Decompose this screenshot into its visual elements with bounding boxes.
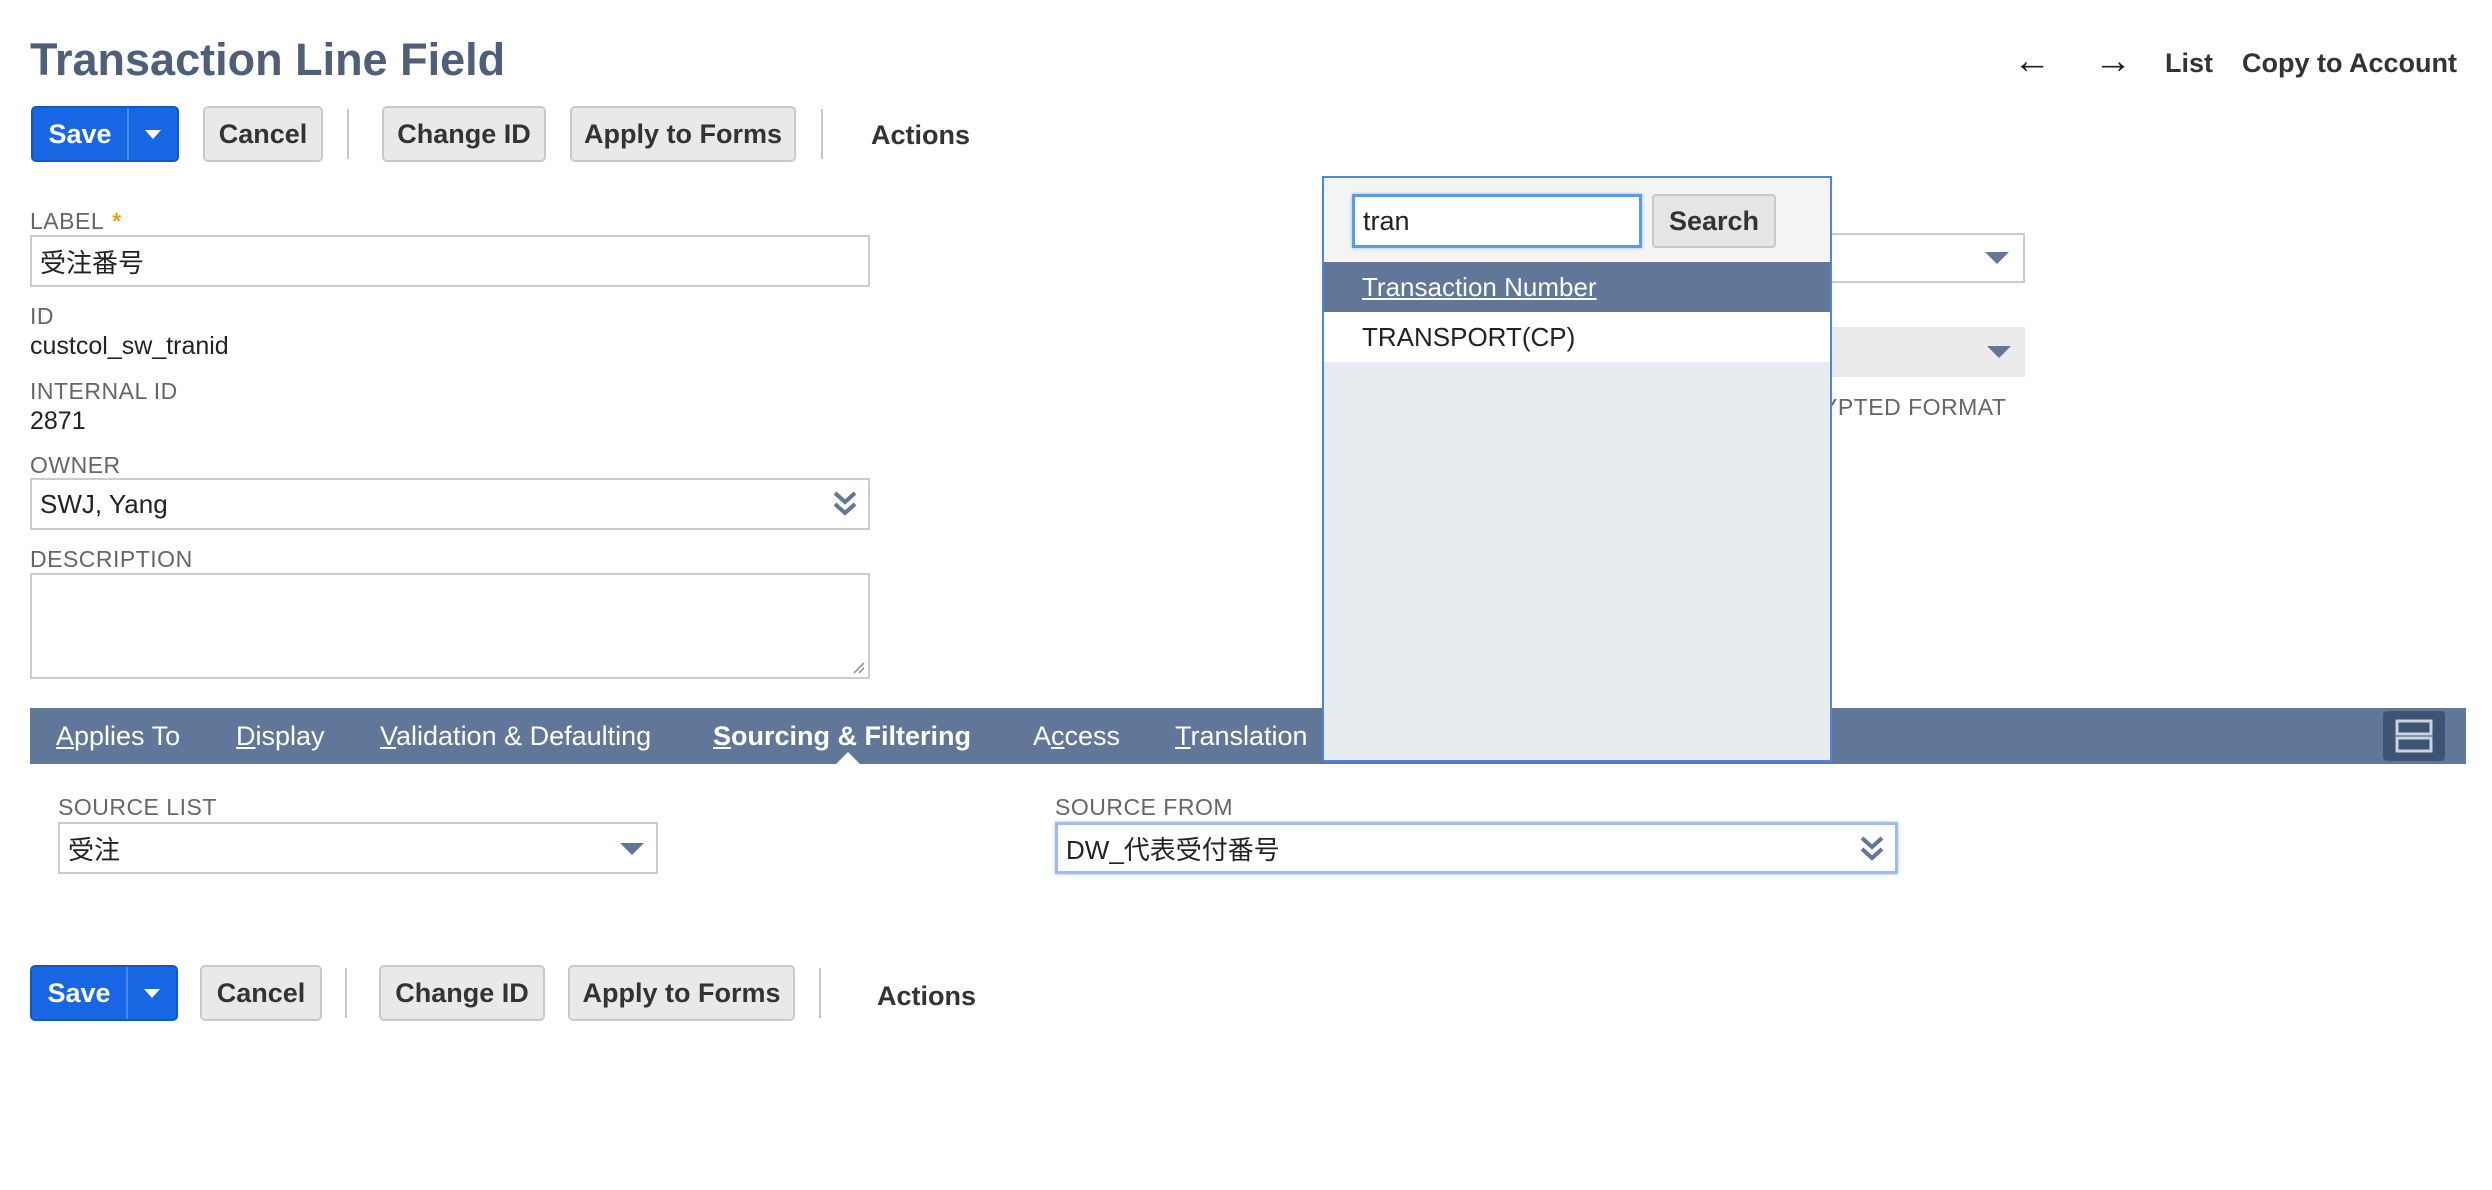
active-tab-pointer	[836, 752, 860, 764]
tab-validation-defaulting[interactable]: Validation & Defaulting	[380, 708, 651, 764]
label-field-caption: LABEL *	[30, 208, 122, 235]
double-chevron-down-icon[interactable]	[832, 490, 858, 525]
save-button-bottom[interactable]: Save	[32, 967, 128, 1019]
actions-menu-bottom[interactable]: Actions	[877, 981, 976, 1012]
owner-caption: OWNER	[30, 452, 121, 478]
tab-display[interactable]: Display	[236, 708, 325, 764]
cancel-button-bottom[interactable]: Cancel	[200, 965, 322, 1021]
apply-to-forms-button-bottom[interactable]: Apply to Forms	[568, 965, 795, 1021]
source-from-value: DW_代表受付番号	[1066, 834, 1280, 865]
tab-applies-to[interactable]: Applies To	[56, 708, 180, 764]
save-button-group-bottom[interactable]: Save	[30, 965, 178, 1021]
label-input[interactable]: 受注番号	[30, 235, 870, 287]
save-button-group[interactable]: Save	[31, 106, 179, 162]
save-menu-caret-icon[interactable]	[129, 108, 177, 160]
page-title: Transaction Line Field	[30, 34, 506, 85]
save-button[interactable]: Save	[33, 108, 129, 160]
popup-search-button[interactable]: Search	[1652, 194, 1776, 248]
change-id-button-bottom[interactable]: Change ID	[379, 965, 545, 1021]
popup-result-item[interactable]: Transaction Number	[1324, 262, 1830, 312]
label-caption-text: LABEL	[30, 208, 105, 234]
copy-to-account-link[interactable]: Copy to Account	[2242, 48, 2457, 79]
change-id-button[interactable]: Change ID	[382, 106, 546, 162]
hidden-select-1[interactable]	[1800, 233, 2025, 283]
internal-id-caption: INTERNAL ID	[30, 378, 178, 404]
source-from-caption: SOURCE FROM	[1055, 794, 1233, 820]
popup-result-item[interactable]: TRANSPORT(CP)	[1324, 312, 1830, 362]
search-popup: tran Search Transaction Number TRANSPORT…	[1322, 176, 1832, 762]
toolbar-divider	[345, 968, 347, 1018]
id-value: custcol_sw_tranid	[30, 332, 229, 360]
internal-id-value: 2871	[30, 407, 86, 435]
tab-translation[interactable]: Translation	[1175, 708, 1308, 764]
forward-arrow-icon[interactable]: →	[2094, 42, 2132, 80]
description-caption: DESCRIPTION	[30, 546, 193, 572]
dropdown-arrow-icon	[1987, 346, 2011, 358]
cancel-button[interactable]: Cancel	[203, 106, 323, 162]
actions-menu[interactable]: Actions	[871, 120, 970, 151]
source-from-select[interactable]: DW_代表受付番号	[1055, 822, 1898, 874]
dropdown-arrow-icon	[1985, 252, 2009, 264]
partial-field-caption: YPTED FORMAT	[1822, 394, 2007, 420]
list-link[interactable]: List	[2165, 48, 2213, 79]
hidden-select-2[interactable]	[1800, 327, 2025, 377]
source-list-select[interactable]: 受注	[58, 822, 658, 874]
popup-search-input[interactable]: tran	[1352, 194, 1642, 248]
owner-select[interactable]: SWJ, Yang	[30, 478, 870, 530]
dropdown-arrow-icon	[620, 843, 644, 855]
resize-grip-icon[interactable]	[851, 660, 865, 674]
required-marker: *	[112, 208, 122, 234]
owner-value: SWJ, Yang	[40, 488, 168, 519]
apply-to-forms-button[interactable]: Apply to Forms	[570, 106, 796, 162]
back-arrow-icon[interactable]: ←	[2013, 42, 2051, 80]
double-chevron-down-icon[interactable]	[1859, 835, 1885, 870]
toolbar-divider	[819, 968, 821, 1018]
layout-rows-icon[interactable]	[2383, 711, 2445, 761]
description-textarea[interactable]	[30, 573, 870, 679]
toolbar-divider	[821, 109, 823, 159]
source-list-value: 受注	[68, 834, 121, 865]
tab-access[interactable]: Access	[1033, 708, 1120, 764]
toolbar-divider	[347, 109, 349, 159]
id-caption: ID	[30, 303, 54, 329]
source-list-caption: SOURCE LIST	[58, 794, 217, 820]
save-menu-caret-icon[interactable]	[128, 967, 176, 1019]
